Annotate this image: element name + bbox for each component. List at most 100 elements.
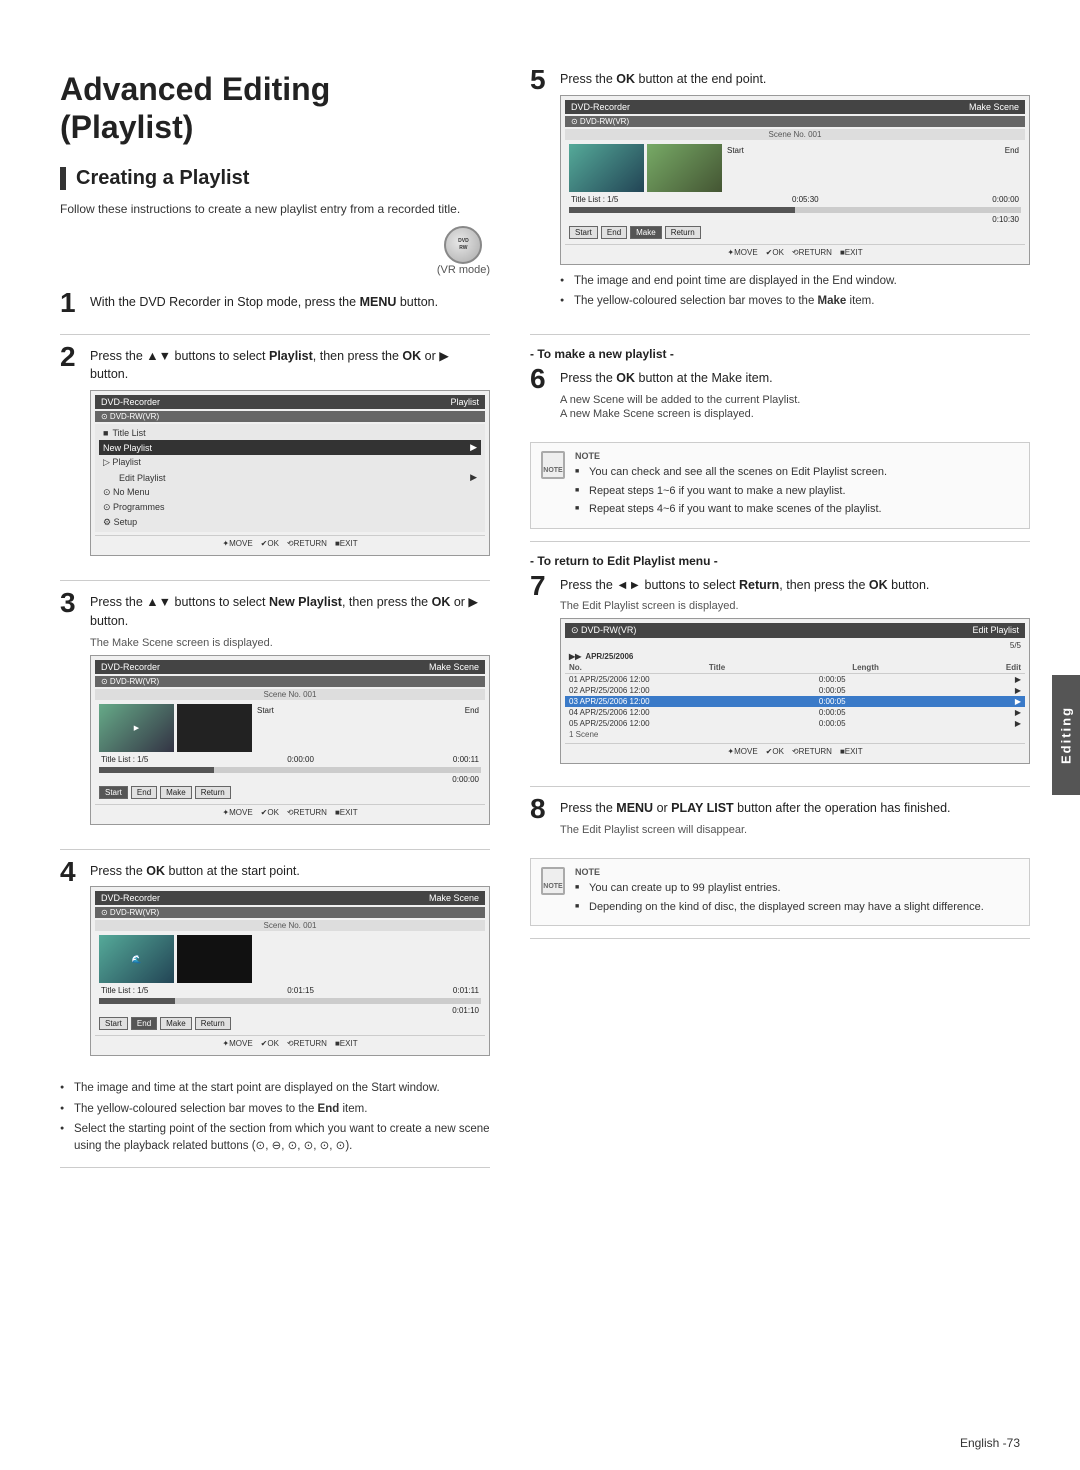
divider-8 [530,938,1030,939]
menu-item-playlist: ▷ Playlist [99,455,481,470]
divider-5 [530,334,1030,335]
ep-scene-count: 1 Scene [565,729,1025,740]
step-8-text: Press the MENU or PLAY LIST button after… [560,799,1030,818]
step-8: 8 Press the MENU or PLAY LIST button aft… [530,799,1030,842]
divider-7 [530,786,1030,787]
divider-3 [60,849,490,850]
note1-item-2: Repeat steps 1~6 if you want to make a n… [575,483,1021,500]
divider-1 [60,334,490,335]
step-2-content: Press the ▲▼ buttons to select Playlist,… [90,347,490,565]
step-6-sub1: A new Scene will be added to the current… [560,394,1030,406]
ms3-sub: ⊙ DVD-RW(VR) [565,116,1025,127]
page-container: Editing Advanced Editing (Playlist) Crea… [0,0,1080,1470]
step-4-text: Press the OK button at the start point. [90,862,490,881]
step-4: 4 Press the OK button at the start point… [60,862,490,1065]
step-7-sub: The Edit Playlist screen is displayed. [560,600,1030,612]
step-6-sub2: A new Make Scene screen is displayed. [560,408,1030,420]
bullet-3: Select the starting point of the section… [60,1121,490,1156]
menu-item-newplaylist: New Playlist ▶ [99,440,481,455]
ms2-sub: ⊙ DVD-RW(VR) [95,907,485,918]
ms3-scene-no: Scene No. 001 [565,129,1025,140]
note-content-1: NOTE You can check and see all the scene… [575,451,1021,520]
step-7-num: 7 [530,572,560,600]
step-1-num: 1 [60,289,90,317]
note1-item-1: You can check and see all the scenes on … [575,464,1021,481]
divider-4 [60,1167,490,1168]
ms3-buttons: Start End Make Return [565,224,1025,241]
bullet-2: The yellow-coloured selection bar moves … [60,1101,490,1118]
ep-row-4: 04 APR/25/2006 12:00 0:00:05 ▶ [565,707,1025,718]
menu-item-editplaylist: Edit Playlist ▶ [99,470,481,485]
step-3-num: 3 [60,589,90,617]
step-3-content: Press the ▲▼ buttons to select New Playl… [90,593,490,833]
note-content-2: NOTE You can create up to 99 playlist en… [575,867,1021,917]
menu-item-setup: ⚙ Setup [99,515,481,530]
ep-row-2: 02 APR/25/2006 12:00 0:00:05 ▶ [565,685,1025,696]
note-label-2: NOTE [575,867,1021,877]
step-6-num: 6 [530,365,560,393]
to-return-heading: - To return to Edit Playlist menu - [530,554,1030,568]
step-8-content: Press the MENU or PLAY LIST button after… [560,799,1030,842]
note-icon-2: NOTE [539,867,567,895]
note-box-2: NOTE NOTE You can create up to 99 playli… [530,858,1030,926]
step-6-text: Press the OK button at the Make item. [560,369,1030,388]
step-4-bullets: The image and time at the start point ar… [60,1080,490,1155]
footer-text: English -73 [960,1436,1020,1450]
screen-header: DVD-Recorder Playlist [95,395,485,409]
note-text-2: You can create up to 99 playlist entries… [575,880,1021,915]
dvd-badge-container: DVDRW (VR mode) [60,226,490,288]
note-box-1: NOTE NOTE You can check and see all the … [530,442,1030,529]
make-scene-screen-2: DVD-Recorder Make Scene ⊙ DVD-RW(VR) Sce… [90,886,490,1056]
ms2-header: DVD-Recorder Make Scene [95,891,485,905]
divider-2 [60,580,490,581]
side-tab: Editing [1052,675,1080,795]
page-footer: English -73 [960,1436,1020,1450]
ep-row-5: 05 APR/25/2006 12:00 0:00:05 ▶ [565,718,1025,729]
main-content: Advanced Editing (Playlist) Creating a P… [0,40,1080,1430]
ms1-buttons: Start End Make Return [95,784,485,801]
note2-item-2: Depending on the kind of disc, the displ… [575,899,1021,916]
step-7: 7 Press the ◄► buttons to select Return,… [530,576,1030,771]
right-column: 5 Press the OK button at the end point. … [520,70,1030,1400]
screen-nav-playlist: ✦MOVE ✔OK ⟲RETURN ■EXIT [95,535,485,551]
step-1-text: With the DVD Recorder in Stop mode, pres… [90,293,490,312]
step-3-text: Press the ▲▼ buttons to select New Playl… [90,593,490,631]
note-text-1: You can check and see all the scenes on … [575,464,1021,518]
step-5-num: 5 [530,66,560,94]
ms1-header: DVD-Recorder Make Scene [95,660,485,674]
ms1-scene-no: Scene No. 001 [95,689,485,700]
ep-nav: ✦MOVE ✔OK ⟲RETURN ■EXIT [565,743,1025,759]
to-make-playlist-heading: - To make a new playlist - [530,347,1030,361]
section-desc: Follow these instructions to create a ne… [60,200,490,218]
step-4-num: 4 [60,858,90,886]
step-7-content: Press the ◄► buttons to select Return, t… [560,576,1030,771]
ms1-nav: ✦MOVE ✔OK ⟲RETURN ■EXIT [95,804,485,820]
step-5-bullets: The image and end point time are display… [560,273,1030,311]
step-6: 6 Press the OK button at the Make item. … [530,369,1030,426]
ep-row-1: 01 APR/25/2006 12:00 0:00:05 ▶ [565,674,1025,685]
ms2-buttons: Start End Make Return [95,1015,485,1032]
step-4-content: Press the OK button at the start point. … [90,862,490,1065]
step-3-subtext: The Make Scene screen is displayed. [90,637,490,649]
step-5: 5 Press the OK button at the end point. … [530,70,1030,318]
ms1-sub: ⊙ DVD-RW(VR) [95,676,485,687]
step-8-sub: The Edit Playlist screen will disappear. [560,824,1030,836]
step-5-text: Press the OK button at the end point. [560,70,1030,89]
page-title: Advanced Editing (Playlist) [60,70,490,147]
step-2-num: 2 [60,343,90,371]
ms2-scene-no: Scene No. 001 [95,920,485,931]
step-1: 1 With the DVD Recorder in Stop mode, pr… [60,293,490,318]
screen-sub-header: ⊙ DVD-RW(VR) [95,411,485,422]
ms2-nav: ✦MOVE ✔OK ⟲RETURN ■EXIT [95,1035,485,1051]
note1-item-3: Repeat steps 4~6 if you want to make sce… [575,501,1021,518]
step5-bullet-2: The yellow-coloured selection bar moves … [560,293,1030,310]
ms3-nav: ✦MOVE ✔OK ⟲RETURN ■EXIT [565,244,1025,260]
step-8-num: 8 [530,795,560,823]
menu-item-nomenu: ⊙ No Menu [99,485,481,500]
left-column: Advanced Editing (Playlist) Creating a P… [60,70,520,1400]
ep-row-3: 03 APR/25/2006 12:00 0:00:05 ▶ [565,696,1025,707]
make-scene-screen-3: DVD-Recorder Make Scene ⊙ DVD-RW(VR) Sce… [560,95,1030,265]
menu-item-programmes: ⊙ Programmes [99,500,481,515]
dvd-badge: DVDRW [444,226,482,264]
ms3-header: DVD-Recorder Make Scene [565,100,1025,114]
